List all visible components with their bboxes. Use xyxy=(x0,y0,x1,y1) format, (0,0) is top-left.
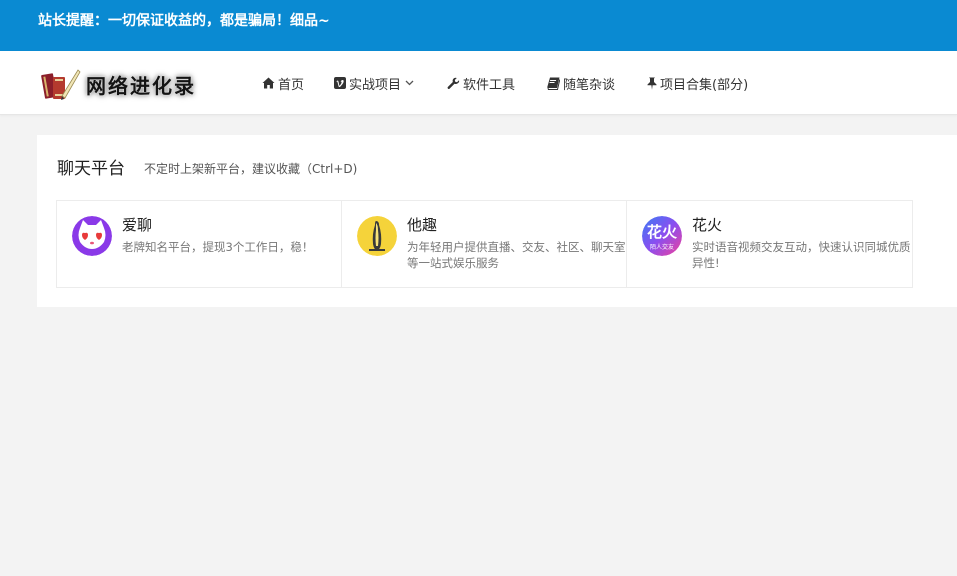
book-icon xyxy=(547,77,560,90)
platform-desc: 为年轻用户提供直播、交友、社区、聊天室等一站式娱乐服务 xyxy=(407,240,626,270)
nav-tools-label: 软件工具 xyxy=(463,77,516,93)
platform-list: 爱聊 老牌知名平台，提现3个工作日，稳！ 他趣 为年轻用户提供直播、交友、社区、… xyxy=(56,200,913,288)
vimeo-icon xyxy=(334,77,346,89)
platform-name: 花火 xyxy=(692,216,723,234)
notice-bar: 站长提醒：一切保证收益的，都是骗局！细品~ xyxy=(0,0,957,51)
platform-card-huahuo[interactable]: 花火 陌人交友 花火 实时语音视频交友互动，快速认识同城优质异性! xyxy=(627,201,912,287)
home-icon xyxy=(262,77,275,89)
wrench-icon xyxy=(447,77,460,89)
nav-projects[interactable]: 实战项目 xyxy=(334,73,414,93)
platform-desc: 老牌知名平台，提现3个工作日，稳！ xyxy=(122,240,314,254)
section-subtitle: 不定时上架新平台，建议收藏（Ctrl+D) xyxy=(144,162,358,176)
logo-text: 网络进化录 xyxy=(86,74,196,98)
notice-text: 站长提醒：一切保证收益的，都是骗局！细品~ xyxy=(38,13,330,29)
nav-home[interactable]: 首页 xyxy=(262,73,304,93)
books-quill-icon xyxy=(41,69,81,100)
huahuo-logo-icon: 花火 陌人交友 xyxy=(642,216,682,256)
svg-text:花火: 花火 xyxy=(647,223,678,241)
pin-icon xyxy=(647,77,657,90)
nav-essays-label: 随笔杂谈 xyxy=(563,77,616,93)
site-header: 网络进化录 首页 实战项目 软件工具 随笔杂谈 项目合集(部分) xyxy=(0,51,957,115)
svg-text:陌人交友: 陌人交友 xyxy=(650,243,674,251)
chat-platforms-panel: 聊天平台 不定时上架新平台，建议收藏（Ctrl+D) 爱聊 老牌知名平台，提现3… xyxy=(37,135,957,307)
banana-icon xyxy=(357,216,397,256)
platform-card-taqu[interactable]: 他趣 为年轻用户提供直播、交友、社区、聊天室等一站式娱乐服务 xyxy=(342,201,627,287)
cat-face-icon xyxy=(72,216,112,256)
nav-tools[interactable]: 软件工具 xyxy=(447,73,515,93)
chevron-down-icon xyxy=(405,80,414,86)
nav-collection-label: 项目合集(部分) xyxy=(660,77,749,93)
nav-home-label: 首页 xyxy=(278,77,305,93)
section-title: 聊天平台 xyxy=(57,159,125,179)
nav-essays[interactable]: 随笔杂谈 xyxy=(547,73,615,93)
nav-collection[interactable]: 项目合集(部分) xyxy=(647,73,748,93)
platform-name: 他趣 xyxy=(407,216,438,234)
platform-desc: 实时语音视频交友互动，快速认识同城优质异性! xyxy=(692,240,911,270)
nav-projects-label: 实战项目 xyxy=(349,77,402,93)
site-logo[interactable]: 网络进化录 xyxy=(40,65,206,103)
platform-card-ailiao[interactable]: 爱聊 老牌知名平台，提现3个工作日，稳！ xyxy=(57,201,342,287)
platform-name: 爱聊 xyxy=(122,216,153,234)
